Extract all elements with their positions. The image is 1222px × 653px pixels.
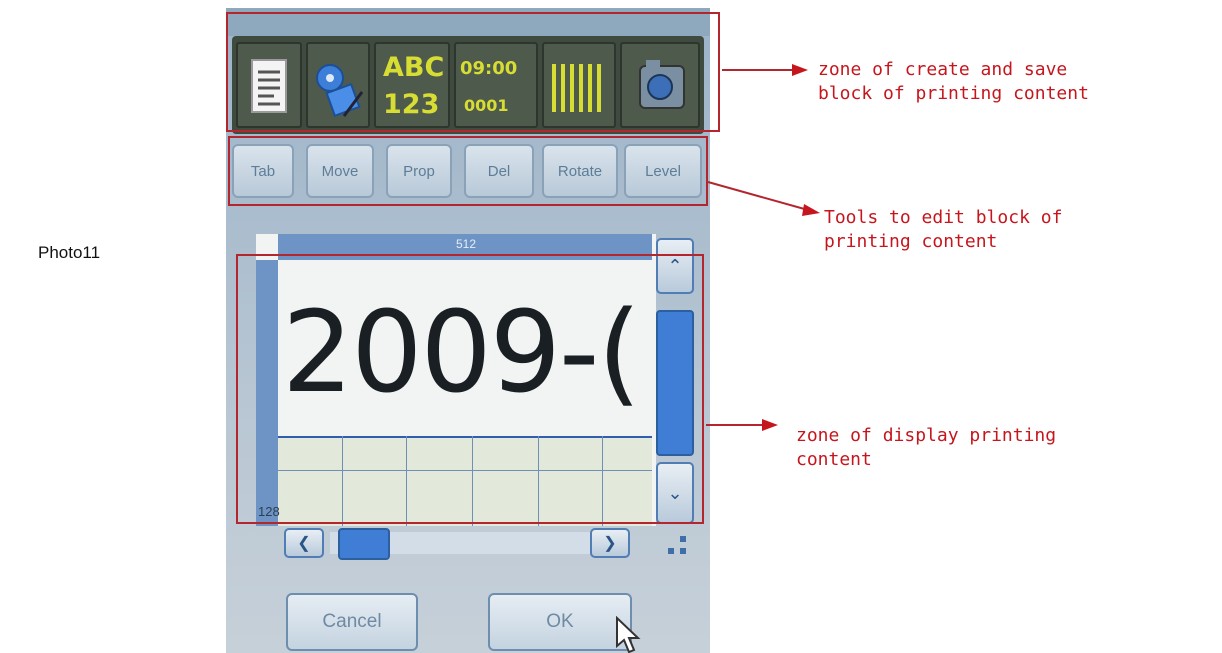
annotation-display-zone: zone of display printing content bbox=[796, 425, 1057, 470]
annotation-tools-zone: Tools to edit block of printing content bbox=[824, 207, 1063, 252]
annotation-create-zone: zone of create and save block of printin… bbox=[818, 59, 1089, 104]
